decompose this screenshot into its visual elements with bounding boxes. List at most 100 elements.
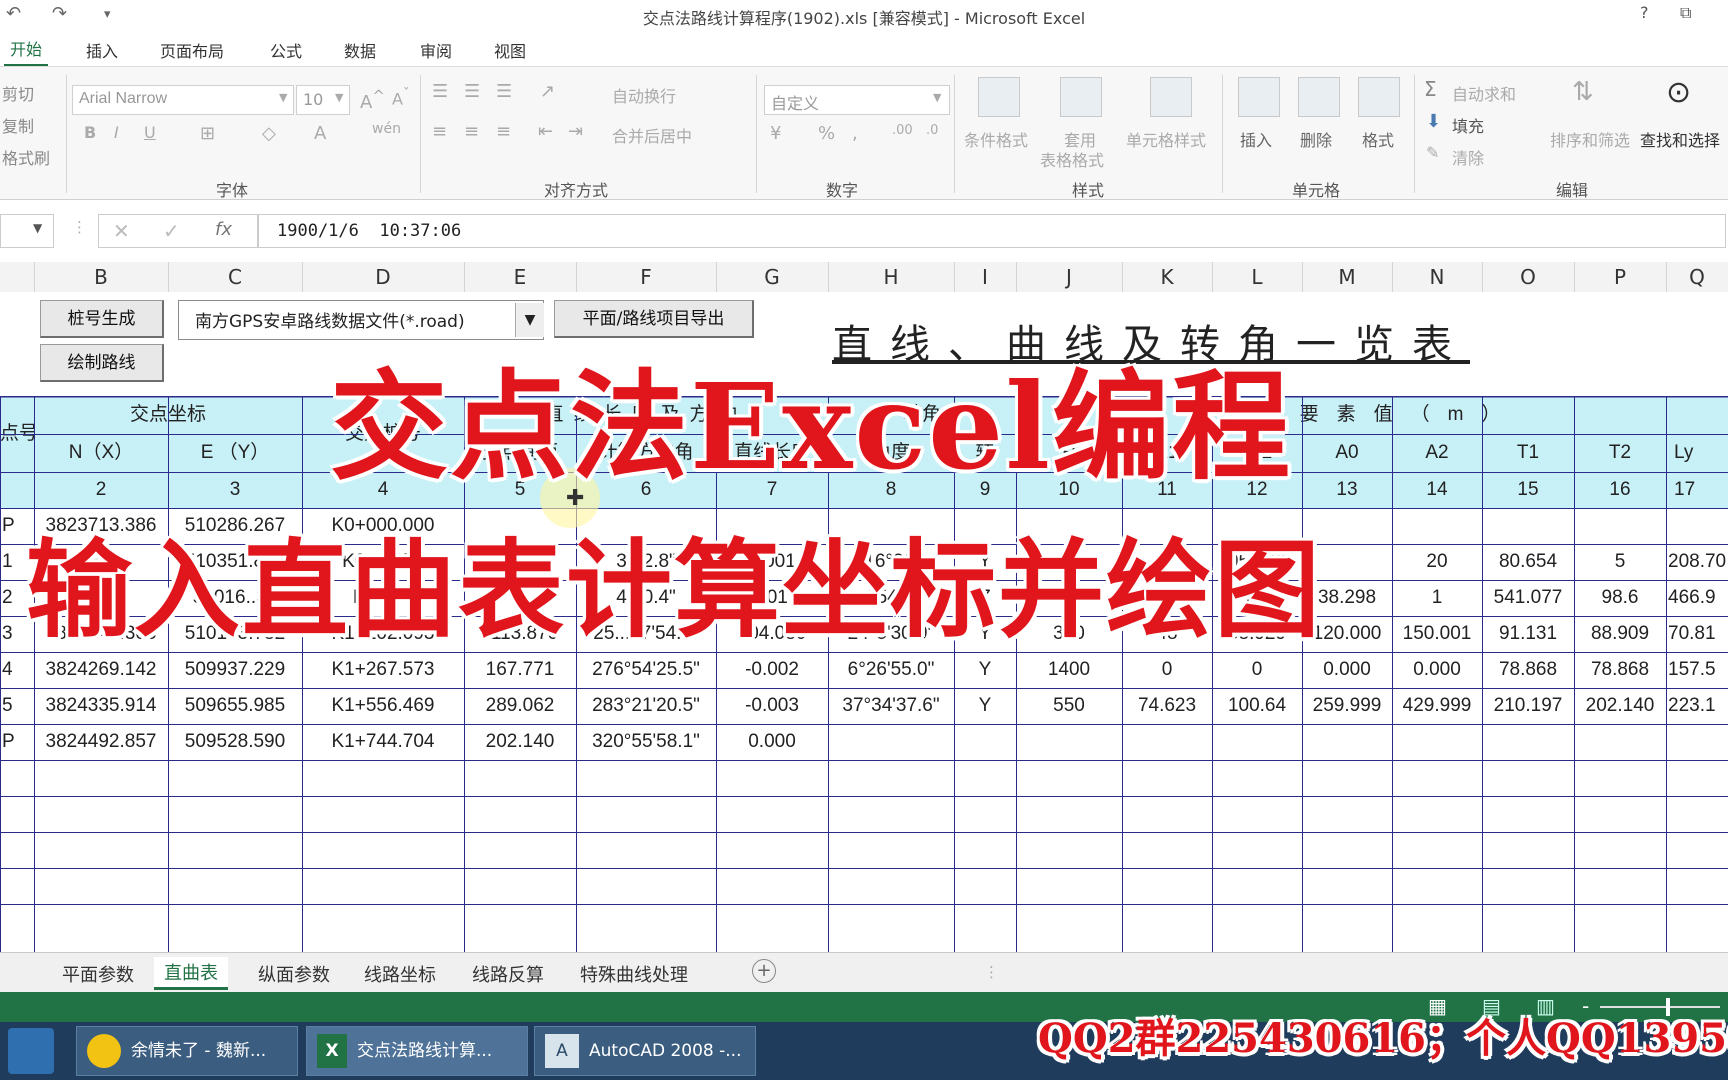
align-top-icon[interactable]: ☰ [432, 81, 448, 102]
column-header[interactable]: I [954, 262, 1017, 292]
phonetic-icon[interactable]: wén [372, 121, 401, 137]
find-select-button[interactable]: 查找和选择 [1640, 127, 1720, 151]
currency-icon[interactable]: ¥ [770, 123, 781, 144]
border-icon[interactable]: ⊞ [200, 123, 215, 144]
column-header[interactable]: D [302, 262, 465, 292]
draw-route-button[interactable]: 绘制路线 [40, 344, 164, 382]
sheet-tab-route-coords[interactable]: 线路坐标 [364, 961, 436, 987]
column-header[interactable]: K [1122, 262, 1213, 292]
format-table-button-line2[interactable]: 表格格式 [1040, 147, 1104, 171]
insert-cells-button[interactable]: 插入 [1240, 127, 1272, 151]
column-header[interactable]: L [1212, 262, 1303, 292]
export-format-combo[interactable]: 南方GPS安卓路线数据文件(*.road) ▼ [178, 300, 544, 340]
taskbar-item-autocad[interactable]: A AutoCAD 2008 -... [534, 1026, 756, 1076]
sort-filter-button[interactable]: 排序和筛选 [1550, 127, 1630, 151]
increase-decimal-icon[interactable]: .00 [892, 123, 913, 138]
more-icon: ⋮ [72, 218, 87, 236]
column-header[interactable]: C [168, 262, 303, 292]
cut-button[interactable]: 剪切 [2, 81, 34, 105]
column-header-a[interactable] [0, 262, 35, 292]
sheet-tab-curve-table[interactable]: 直曲表 [154, 957, 228, 990]
column-header[interactable]: P [1574, 262, 1667, 292]
column-header[interactable]: N [1392, 262, 1483, 292]
column-header[interactable]: B [34, 262, 169, 292]
add-sheet-icon[interactable]: + [752, 959, 776, 983]
tab-data[interactable]: 数据 [344, 38, 376, 62]
sheet-tab-route-inverse[interactable]: 线路反算 [472, 961, 544, 987]
ribbon-display-icon[interactable]: ⧉ [1680, 3, 1691, 23]
bold-icon[interactable]: B [84, 123, 96, 142]
wrap-text-button[interactable]: 自动换行 [612, 83, 676, 107]
format-painter-button[interactable]: 格式刷 [2, 145, 50, 169]
desktop-icon[interactable] [8, 1028, 54, 1074]
underline-icon[interactable]: U [144, 123, 156, 142]
alignment-group-label: 对齐方式 [544, 181, 609, 200]
font-name-combo[interactable]: Arial Narrow ▼ [72, 85, 294, 115]
column-header[interactable]: H [828, 262, 955, 292]
cancel-icon[interactable]: ✕ [113, 219, 130, 243]
column-header[interactable]: F [576, 262, 717, 292]
tab-review[interactable]: 审阅 [420, 38, 452, 62]
orientation-icon[interactable]: ↗ [540, 81, 555, 102]
ribbon: 剪切 复制 格式刷 Arial Narrow ▼ 10 ▼ A^ Aˇ B I … [0, 66, 1728, 200]
tab-formulas[interactable]: 公式 [270, 38, 302, 62]
align-left-icon[interactable]: ≡ [432, 121, 447, 142]
percent-icon[interactable]: % [818, 123, 835, 144]
taskbar-item-excel[interactable]: X 交点法路线计算... [306, 1026, 528, 1076]
column-header[interactable]: E [464, 262, 577, 292]
formula-input[interactable]: 1900/1/6 10:37:06 [258, 214, 1726, 248]
sheet-tab-plane-params[interactable]: 平面参数 [62, 961, 134, 987]
tab-page-layout[interactable]: 页面布局 [160, 38, 224, 62]
font-size-combo[interactable]: 10 ▼ [296, 85, 350, 115]
export-project-button[interactable]: 平面/路线项目导出 [554, 300, 754, 338]
align-bottom-icon[interactable]: ☰ [496, 81, 512, 102]
taskbar-item-music[interactable]: 余情未了 - 魏新... [76, 1026, 298, 1076]
cell-style-button[interactable]: 单元格样式 [1126, 127, 1206, 151]
italic-icon[interactable]: I [114, 123, 119, 142]
formula-buttons: ✕ ✓ fx [98, 214, 258, 248]
font-color-icon[interactable]: A [314, 123, 326, 144]
overlay-caption-title: 交点法Excel编程 [330, 357, 1293, 496]
group-separator [420, 75, 421, 193]
chevron-down-icon[interactable]: ▼ [515, 303, 544, 337]
autosum-button[interactable]: 自动求和 [1452, 81, 1516, 105]
insert-function-icon[interactable]: fx [215, 219, 232, 240]
sigma-icon: Σ [1424, 77, 1437, 101]
help-icon[interactable]: ? [1640, 3, 1649, 22]
number-group-label: 数字 [826, 181, 859, 200]
number-format-value: 自定义 [771, 94, 820, 113]
column-header[interactable]: J [1016, 262, 1123, 292]
tab-insert[interactable]: 插入 [86, 38, 118, 62]
enter-icon[interactable]: ✓ [163, 219, 180, 243]
align-center-icon[interactable]: ≡ [464, 121, 479, 142]
column-header[interactable]: M [1302, 262, 1393, 292]
decrease-indent-icon[interactable]: ⇤ [538, 121, 553, 142]
conditional-format-button[interactable]: 条件格式 [964, 127, 1028, 151]
column-header[interactable]: Q [1666, 262, 1728, 292]
grow-font-icon[interactable]: A^ [360, 87, 385, 113]
align-right-icon[interactable]: ≡ [496, 121, 511, 142]
comma-icon[interactable]: , [852, 123, 858, 144]
tab-view[interactable]: 视图 [494, 38, 526, 62]
column-header[interactable]: O [1482, 262, 1575, 292]
tab-home[interactable]: 开始 [4, 36, 49, 67]
delete-cells-button[interactable]: 删除 [1300, 127, 1332, 151]
number-format-combo[interactable]: 自定义 ▼ [764, 85, 950, 115]
zoom-slider[interactable] [1600, 1006, 1720, 1008]
shrink-font-icon[interactable]: Aˇ [392, 87, 410, 108]
merge-center-button[interactable]: 合并后居中 [612, 123, 692, 147]
fill-color-icon[interactable]: ◇ [262, 123, 276, 144]
increase-indent-icon[interactable]: ⇥ [568, 121, 583, 142]
copy-button[interactable]: 复制 [2, 113, 34, 137]
column-header[interactable]: G [716, 262, 829, 292]
clear-button[interactable]: 清除 [1452, 145, 1484, 169]
sheet-tab-vertical-params[interactable]: 纵面参数 [258, 961, 330, 987]
decrease-decimal-icon[interactable]: .0 [926, 123, 938, 138]
cell-style-icon [1150, 77, 1192, 117]
align-middle-icon[interactable]: ☰ [464, 81, 480, 102]
sheet-tab-special-curve[interactable]: 特殊曲线处理 [580, 961, 688, 987]
fill-button[interactable]: 填充 [1452, 113, 1484, 137]
format-cells-button[interactable]: 格式 [1362, 127, 1394, 151]
name-box[interactable]: ▼ [0, 214, 54, 248]
stake-generate-button[interactable]: 桩号生成 [40, 300, 164, 338]
